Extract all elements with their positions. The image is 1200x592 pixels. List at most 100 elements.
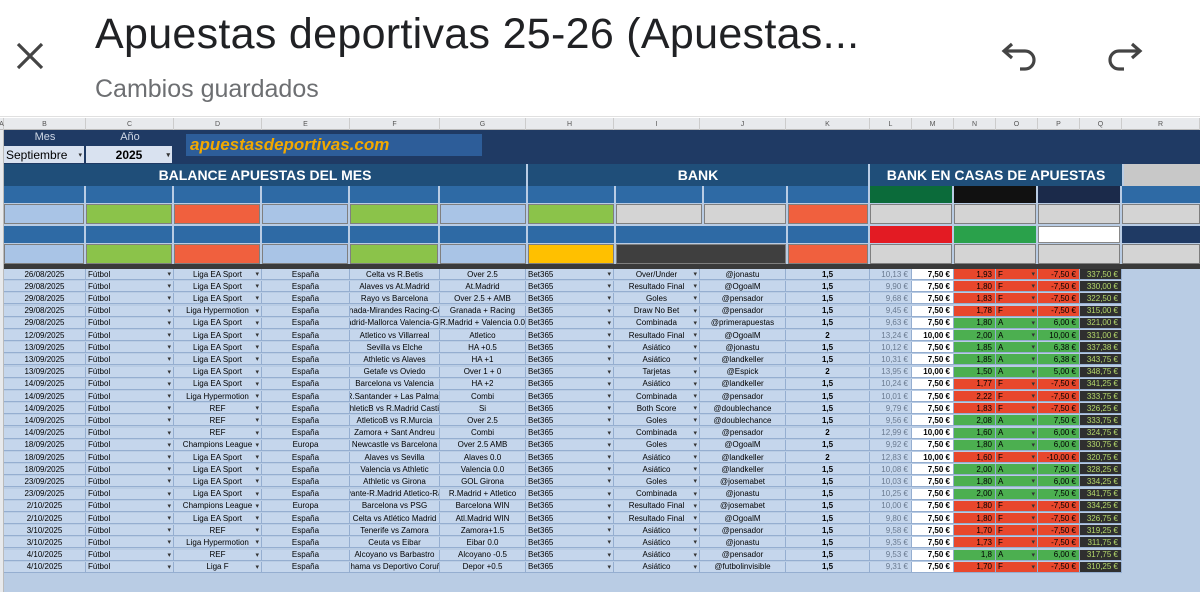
- cell-market[interactable]: Over/Under: [614, 269, 700, 281]
- cell-league[interactable]: Liga EA Sport: [174, 378, 262, 390]
- cell-league[interactable]: Liga EA Sport: [174, 476, 262, 488]
- column-header-g[interactable]: G: [440, 118, 526, 130]
- table-row[interactable]: 29/08/2025FútbolLiga HypermotionEspañaGr…: [4, 305, 1200, 317]
- cell-market[interactable]: Resultado Final: [614, 330, 700, 342]
- column-header-o[interactable]: O: [996, 118, 1038, 130]
- cell-sport[interactable]: Fútbol: [86, 317, 174, 329]
- cell-bookie[interactable]: Bet365: [526, 476, 614, 488]
- table-row[interactable]: 18/09/2025FútbolLiga EA SportEspañaAlave…: [4, 452, 1200, 464]
- cell-bookie[interactable]: Bet365: [526, 403, 614, 415]
- cell-league[interactable]: Liga Hypermotion: [174, 537, 262, 549]
- table-row[interactable]: 29/08/2025FútbolLiga EA SportEspañaAlave…: [4, 281, 1200, 293]
- cell-market[interactable]: Draw No Bet: [614, 305, 700, 317]
- cell-bookie[interactable]: Bet365: [526, 415, 614, 427]
- table-row[interactable]: 2/10/2025FútbolLiga EA SportEspañaCelta …: [4, 513, 1200, 525]
- cell-sport[interactable]: Fútbol: [86, 537, 174, 549]
- cell-bookie[interactable]: Bet365: [526, 293, 614, 305]
- cell-bookie[interactable]: Bet365: [526, 281, 614, 293]
- cell-sport[interactable]: Fútbol: [86, 500, 174, 512]
- table-row[interactable]: 4/10/2025FútbolLiga FEspañaAlhama vs Dep…: [4, 561, 1200, 573]
- cell-market[interactable]: Resultado Final: [614, 281, 700, 293]
- cell-bookie[interactable]: Bet365: [526, 366, 614, 378]
- table-row[interactable]: 23/09/2025FútbolLiga EA SportEspañaAthle…: [4, 476, 1200, 488]
- cell-result[interactable]: A: [996, 488, 1038, 500]
- cell-league[interactable]: Champions League: [174, 500, 262, 512]
- column-header-l[interactable]: L: [870, 118, 912, 130]
- cell-league[interactable]: Champions League: [174, 439, 262, 451]
- cell-sport[interactable]: Fútbol: [86, 464, 174, 476]
- cell-market[interactable]: Goles: [614, 293, 700, 305]
- cell-league[interactable]: Liga EA Sport: [174, 317, 262, 329]
- cell-sport[interactable]: Fútbol: [86, 427, 174, 439]
- cell-league[interactable]: REF: [174, 549, 262, 561]
- cell-sport[interactable]: Fútbol: [86, 452, 174, 464]
- cell-bookie[interactable]: Bet365: [526, 500, 614, 512]
- cell-league[interactable]: Liga F: [174, 561, 262, 573]
- column-header-m[interactable]: M: [912, 118, 954, 130]
- cell-bookie[interactable]: Bet365: [526, 269, 614, 281]
- cell-market[interactable]: Asiático: [614, 378, 700, 390]
- table-row[interactable]: 12/09/2025FútbolLiga EA SportEspañaAtlet…: [4, 330, 1200, 342]
- column-header-f[interactable]: F: [350, 118, 440, 130]
- cell-market[interactable]: Asiático: [614, 464, 700, 476]
- cell-league[interactable]: Liga EA Sport: [174, 342, 262, 354]
- cell-result[interactable]: F: [996, 269, 1038, 281]
- ano-select[interactable]: 2025: [86, 146, 172, 163]
- table-row[interactable]: 14/09/2025FútbolLiga HypermotionEspañaR.…: [4, 391, 1200, 403]
- cell-market[interactable]: Asiático: [614, 561, 700, 573]
- cell-result[interactable]: A: [996, 366, 1038, 378]
- cell-bookie[interactable]: Bet365: [526, 378, 614, 390]
- table-row[interactable]: 23/09/2025FútbolLiga EA SportEspañaLevan…: [4, 488, 1200, 500]
- table-row[interactable]: 3/10/2025FútbolLiga HypermotionEspañaCeu…: [4, 537, 1200, 549]
- cell-market[interactable]: Resultado Final: [614, 500, 700, 512]
- column-header-q[interactable]: Q: [1080, 118, 1122, 130]
- table-row[interactable]: 14/09/2025FútbolLiga EA SportEspañaBarce…: [4, 378, 1200, 390]
- cell-market[interactable]: Goles: [614, 439, 700, 451]
- cell-market[interactable]: Goles: [614, 476, 700, 488]
- table-row[interactable]: 2/10/2025FútbolChampions LeagueEuropaBar…: [4, 500, 1200, 512]
- cell-league[interactable]: Liga EA Sport: [174, 354, 262, 366]
- table-row[interactable]: 13/09/2025FútbolLiga EA SportEspañaAthle…: [4, 354, 1200, 366]
- column-header-n[interactable]: N: [954, 118, 996, 130]
- cell-result[interactable]: F: [996, 537, 1038, 549]
- column-header-d[interactable]: D: [174, 118, 262, 130]
- cell-sport[interactable]: Fútbol: [86, 378, 174, 390]
- spreadsheet[interactable]: ABCDEFGHIJKLMNOPQR Mes Año Septiembre 20…: [0, 118, 1200, 592]
- cell-result[interactable]: F: [996, 305, 1038, 317]
- cell-sport[interactable]: Fútbol: [86, 281, 174, 293]
- cell-sport[interactable]: Fútbol: [86, 488, 174, 500]
- cell-sport[interactable]: Fútbol: [86, 513, 174, 525]
- cell-league[interactable]: REF: [174, 525, 262, 537]
- cell-sport[interactable]: Fútbol: [86, 354, 174, 366]
- cell-market[interactable]: Tarjetas: [614, 366, 700, 378]
- cell-sport[interactable]: Fútbol: [86, 342, 174, 354]
- table-row[interactable]: 29/08/2025FútbolLiga EA SportEspañaR.Mad…: [4, 317, 1200, 329]
- column-header-h[interactable]: H: [526, 118, 614, 130]
- cell-league[interactable]: Liga EA Sport: [174, 366, 262, 378]
- cell-market[interactable]: Combinada: [614, 391, 700, 403]
- cell-league[interactable]: Liga Hypermotion: [174, 391, 262, 403]
- cell-league[interactable]: REF: [174, 415, 262, 427]
- table-row[interactable]: 14/09/2025FútbolREFEspañaAthleticB vs R.…: [4, 403, 1200, 415]
- column-header-r[interactable]: R: [1122, 118, 1200, 130]
- table-row[interactable]: 14/09/2025FútbolREFEspañaAtleticoB vs R.…: [4, 415, 1200, 427]
- cell-market[interactable]: Asiático: [614, 354, 700, 366]
- cell-market[interactable]: Goles: [614, 415, 700, 427]
- cell-result[interactable]: A: [996, 464, 1038, 476]
- cell-bookie[interactable]: Bet365: [526, 342, 614, 354]
- cell-sport[interactable]: Fútbol: [86, 366, 174, 378]
- cell-result[interactable]: F: [996, 561, 1038, 573]
- cell-sport[interactable]: Fútbol: [86, 476, 174, 488]
- cell-bookie[interactable]: Bet365: [526, 464, 614, 476]
- cell-market[interactable]: Combinada: [614, 317, 700, 329]
- cell-market[interactable]: Resultado Final: [614, 513, 700, 525]
- cell-result[interactable]: F: [996, 281, 1038, 293]
- cell-league[interactable]: REF: [174, 403, 262, 415]
- cell-result[interactable]: F: [996, 391, 1038, 403]
- cell-market[interactable]: Combinada: [614, 427, 700, 439]
- cell-result[interactable]: F: [996, 513, 1038, 525]
- cell-league[interactable]: Liga EA Sport: [174, 452, 262, 464]
- cell-sport[interactable]: Fútbol: [86, 391, 174, 403]
- table-row[interactable]: 13/09/2025FútbolLiga EA SportEspañaSevil…: [4, 342, 1200, 354]
- cell-bookie[interactable]: Bet365: [526, 513, 614, 525]
